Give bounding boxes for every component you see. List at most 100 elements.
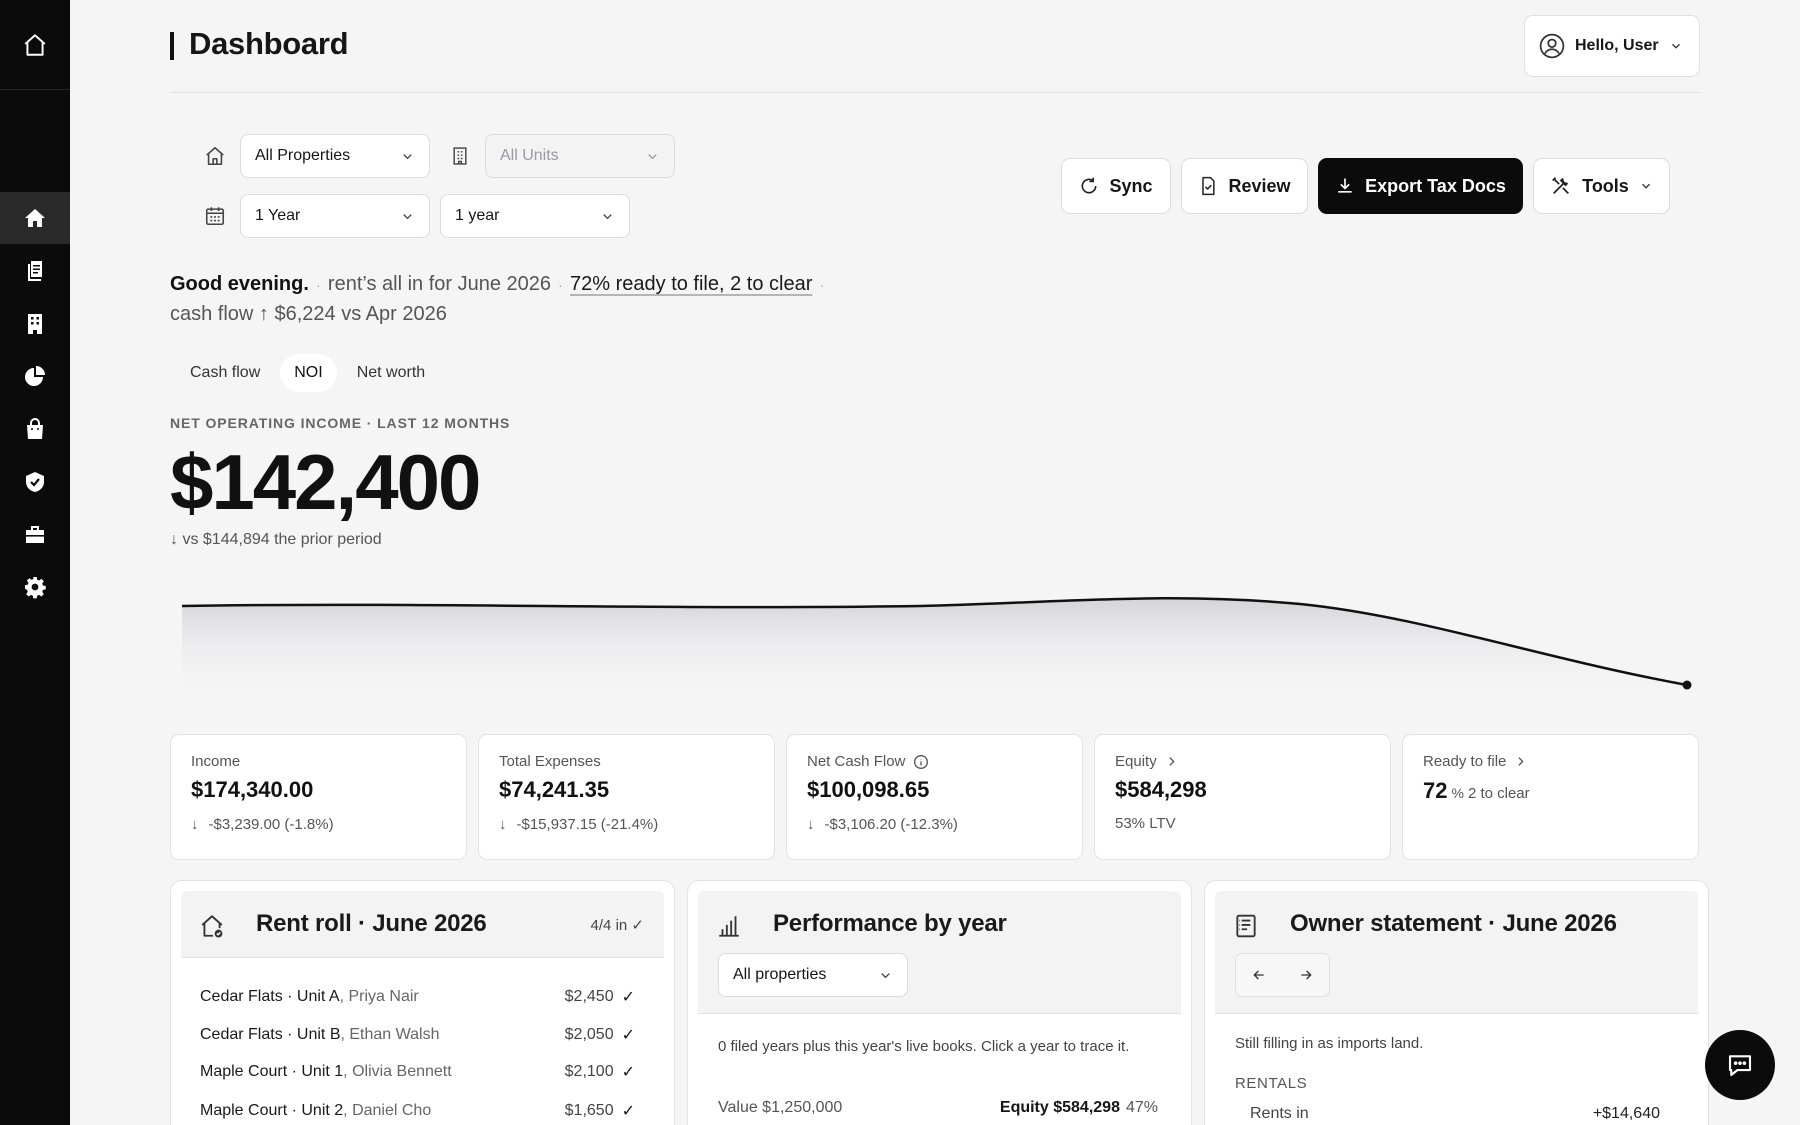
table-row[interactable]: Maple Court · Unit 1, Olivia Bennett $2,… [200, 1057, 635, 1087]
metric-tabs: Cash flow NOI Net worth [176, 354, 439, 392]
kpi-label: Net Cash Flow [807, 753, 1062, 770]
property-select-value: All Properties [255, 147, 351, 164]
rentals-section-label: RENTALS [1235, 1075, 1308, 1092]
sidebar-item-properties[interactable] [0, 298, 70, 350]
chevron-down-icon [1641, 183, 1650, 189]
sidebar-item-shop[interactable] [0, 403, 70, 455]
kpi-value: $584,298 [1115, 777, 1207, 802]
shield-check-icon [26, 472, 44, 492]
shopping-bag-icon [27, 418, 43, 439]
tools-label: Tools [1582, 175, 1629, 196]
table-row[interactable]: Maple Court · Unit 2, Daniel Cho $1,650 ✓ [200, 1096, 635, 1125]
check-icon: ✓ [621, 1027, 635, 1044]
check-icon: ✓ [621, 989, 635, 1006]
page-header: Dashboard Hello, User [170, 15, 1700, 93]
separator-dot: · [819, 277, 825, 294]
performance-summary-row[interactable]: Value $1,250,000 Equity $584,298 47% [718, 1099, 1158, 1117]
noi-trend-chart [181, 597, 1692, 700]
briefcase-icon [26, 526, 44, 543]
receipt-icon [1236, 914, 1256, 938]
arrow-down-icon: ↓ [499, 816, 507, 833]
sidebar-item-reports[interactable] [0, 350, 70, 402]
rent-roll-title: Rent roll · June 2026 [256, 910, 487, 937]
kpi-ltv: 53% LTV [1115, 815, 1176, 832]
kpi-value: $74,241.35 [499, 777, 610, 802]
range-select[interactable]: 1 year [440, 194, 630, 238]
range-select-value: 1 year [455, 207, 500, 224]
trend-area [182, 598, 1687, 700]
sidebar-item-settings[interactable] [0, 561, 70, 613]
statement-row[interactable]: Rents in +$14,640 [1250, 1105, 1660, 1123]
trend-end-point [1682, 680, 1692, 690]
user-menu-button[interactable]: Hello, User [1524, 15, 1700, 77]
check-icon: ✓ [621, 1064, 635, 1081]
rent-roll-header: Rent roll · June 2026 4/4 in ✓ [181, 891, 664, 958]
kpi-value: $174,340.00 [191, 777, 314, 802]
kpi-card-equity[interactable]: Equity $584,298 53% LTV [1094, 734, 1391, 860]
arrow-down-icon: ↓ [807, 816, 815, 833]
sidebar-item-portfolio[interactable] [0, 509, 70, 561]
tools-button[interactable]: Tools [1533, 158, 1670, 214]
chevron-down-icon [403, 154, 412, 160]
pie-chart-icon [25, 366, 45, 386]
arrow-down-icon: ↓ [170, 531, 183, 548]
separator-dot: · [558, 277, 564, 294]
chevron-down-icon [603, 214, 612, 220]
bar-chart-icon [719, 916, 739, 937]
tab-cash-flow[interactable]: Cash flow [176, 354, 274, 392]
owner-statement-panel: Owner statement · June 2026 Still fillin… [1204, 880, 1709, 1125]
ready-to-file-link[interactable]: 72% ready to file, 2 to clear [570, 273, 812, 295]
arrow-left-icon[interactable] [1251, 967, 1267, 983]
performance-title: Performance by year [773, 910, 1007, 937]
sidebar-item-home[interactable] [0, 192, 70, 244]
performance-note: 0 filed years plus this year's live book… [718, 1038, 1130, 1055]
chat-button[interactable] [1705, 1030, 1775, 1100]
sidebar-item-security[interactable] [0, 456, 70, 508]
export-label: Export Tax Docs [1365, 175, 1506, 196]
metric-compare-text: vs $144,894 the prior period [182, 531, 382, 548]
performance-property-select[interactable]: All properties [718, 953, 908, 997]
greeting-cashflow: cash flow ↑ $6,224 vs Apr 2026 [170, 303, 447, 325]
info-icon[interactable] [913, 754, 929, 770]
arrow-right-icon[interactable] [1298, 967, 1314, 983]
owner-statement-header: Owner statement · June 2026 [1215, 891, 1698, 1014]
ready-percent: 72 [1423, 778, 1448, 803]
kpi-card-expenses[interactable]: Total Expenses $74,241.35 ↓ -$15,937.15 (… [478, 734, 775, 860]
calendar-icon [203, 204, 227, 228]
kpi-change: ↓ -$15,937.15 (-21.4%) [499, 816, 659, 833]
home-outline-icon[interactable] [22, 32, 48, 58]
kpi-value: $100,098.65 [807, 777, 930, 802]
sidebar [0, 0, 70, 1125]
tab-noi[interactable]: NOI [280, 354, 337, 392]
unit-select[interactable]: All Units [485, 134, 675, 178]
kpi-label: Equity [1115, 753, 1370, 770]
metric-label: NET OPERATING INCOME · LAST 12 MONTHS [170, 415, 511, 431]
kpi-card-income[interactable]: Income $174,340.00 ↓ -$3,239.00 (-1.8%) [170, 734, 467, 860]
owner-statement-note: Still filling in as imports land. [1235, 1035, 1424, 1052]
period-select[interactable]: 1 Year [240, 194, 430, 238]
greeting-summary: Good evening. · rent’s all in for June 202… [170, 270, 890, 329]
sidebar-item-documents[interactable] [0, 245, 70, 297]
kpi-change: ↓ -$3,239.00 (-1.8%) [191, 816, 334, 833]
sync-button[interactable]: Sync [1061, 158, 1171, 214]
arrow-down-icon: ↓ [191, 816, 199, 833]
kpi-card-net-cash-flow[interactable]: Net Cash Flow $100,098.65 ↓ -$3,106.20 (-… [786, 734, 1083, 860]
document-check-icon [1202, 176, 1216, 196]
percent-sign: % [1451, 785, 1464, 801]
table-row[interactable]: Cedar Flats · Unit B, Ethan Walsh $2,050… [200, 1020, 635, 1050]
property-select[interactable]: All Properties [240, 134, 430, 178]
review-button[interactable]: Review [1181, 158, 1308, 214]
table-row[interactable]: Cedar Flats · Unit A, Priya Nair $2,450 ✓ [200, 982, 635, 1012]
gear-icon [25, 577, 46, 599]
review-label: Review [1228, 175, 1291, 196]
export-tax-docs-button[interactable]: Export Tax Docs [1318, 158, 1523, 214]
metric-value: $142,400 [170, 438, 481, 526]
ready-remaining: 2 to clear [1467, 785, 1530, 802]
chevron-down-icon [403, 214, 412, 220]
owner-statement-title: Owner statement · June 2026 [1290, 910, 1617, 937]
kpi-card-ready-to-file[interactable]: Ready to file 72 % 2 to clear [1402, 734, 1699, 860]
tab-net-worth[interactable]: Net worth [343, 354, 439, 392]
home-check-icon [201, 915, 223, 938]
page-title: Dashboard [189, 26, 349, 61]
chevron-down-icon [648, 154, 657, 160]
